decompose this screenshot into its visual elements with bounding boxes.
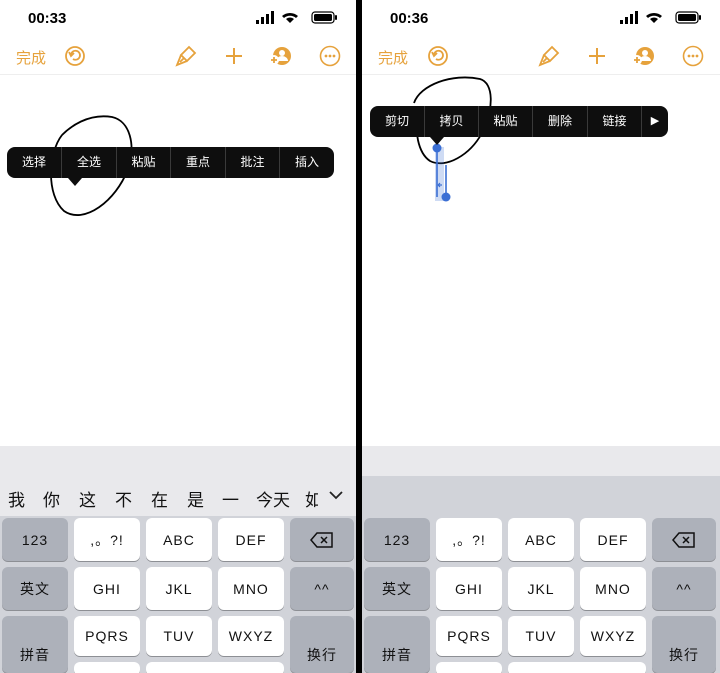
candidate-word[interactable]: 是 bbox=[187, 486, 204, 511]
document-canvas[interactable] bbox=[0, 74, 356, 447]
wifi-icon bbox=[646, 12, 662, 23]
done-button[interactable]: 完成 bbox=[378, 47, 408, 68]
candidate-word[interactable]: 不 bbox=[115, 486, 132, 511]
undo-icon[interactable] bbox=[63, 44, 87, 68]
battery-icon bbox=[311, 11, 337, 24]
key-ghi[interactable]: GHI bbox=[436, 567, 502, 610]
key-mno[interactable]: MNO bbox=[580, 567, 646, 610]
menu-item-copy[interactable]: 拷贝 bbox=[425, 106, 479, 137]
backspace-key[interactable] bbox=[652, 518, 716, 561]
key-partial[interactable] bbox=[74, 662, 140, 673]
key-jkl[interactable]: JKL bbox=[146, 567, 212, 610]
key-partial[interactable] bbox=[436, 662, 502, 673]
toolbar: 完成 bbox=[362, 40, 720, 72]
context-menu: 选择 全选 粘贴 重点 批注 插入 bbox=[7, 147, 334, 178]
key-ghi[interactable]: GHI bbox=[74, 567, 140, 610]
menu-item-comment[interactable]: 批注 bbox=[226, 147, 280, 178]
key-mno[interactable]: MNO bbox=[218, 567, 284, 610]
cellular-signal-icon bbox=[620, 11, 638, 24]
menu-more-arrow[interactable]: ▶ bbox=[642, 106, 668, 137]
candidate-word[interactable]: 这 bbox=[79, 486, 96, 511]
key-jkl[interactable]: JKL bbox=[508, 567, 574, 610]
menu-item-delete[interactable]: 删除 bbox=[533, 106, 588, 137]
candidate-word[interactable]: 我 bbox=[8, 486, 25, 511]
key-punctuation[interactable]: ,。?! bbox=[74, 518, 140, 561]
candidate-bar: 我 你 这 不 在 是 一 今天 如 bbox=[0, 476, 356, 516]
backspace-key[interactable] bbox=[290, 518, 354, 561]
collaborate-icon[interactable] bbox=[631, 44, 655, 68]
key-def[interactable]: DEF bbox=[580, 518, 646, 561]
menu-item-paste[interactable]: 粘贴 bbox=[479, 106, 533, 137]
key-abc[interactable]: ABC bbox=[508, 518, 574, 561]
key-english[interactable]: 英文 bbox=[364, 567, 430, 610]
key-emoji[interactable]: ^^ bbox=[290, 567, 354, 610]
key-punctuation[interactable]: ,。?! bbox=[436, 518, 502, 561]
key-pinyin[interactable]: 拼音 bbox=[364, 616, 430, 673]
menu-item-paste[interactable]: 粘贴 bbox=[117, 147, 171, 178]
battery-icon bbox=[675, 11, 701, 24]
toolbar: 完成 bbox=[0, 40, 356, 72]
menu-item-select[interactable]: 选择 bbox=[7, 147, 62, 178]
candidate-word[interactable]: 一 bbox=[222, 486, 239, 511]
key-partial[interactable] bbox=[146, 662, 284, 673]
key-partial[interactable] bbox=[508, 662, 646, 673]
chevron-down-icon[interactable] bbox=[328, 488, 344, 502]
candidate-word[interactable]: 今天 bbox=[256, 486, 290, 511]
left-screenshot: 00:33 完成 选择 全选 粘贴 重点 批注 插入 我 你 这 不 在 是 一… bbox=[0, 0, 356, 673]
status-bar: 00:36 bbox=[362, 0, 720, 36]
more-icon[interactable] bbox=[318, 44, 342, 68]
add-icon[interactable] bbox=[585, 44, 609, 68]
status-time: 00:33 bbox=[28, 10, 67, 27]
status-time: 00:36 bbox=[390, 10, 429, 27]
handwritten-circle-icon bbox=[50, 115, 133, 216]
menu-item-highlight[interactable]: 重点 bbox=[171, 147, 226, 178]
menu-pointer bbox=[430, 137, 444, 145]
keyboard-top-bar bbox=[0, 446, 356, 476]
key-def[interactable]: DEF bbox=[218, 518, 284, 561]
key-tuv[interactable]: TUV bbox=[146, 616, 212, 656]
add-icon[interactable] bbox=[222, 44, 246, 68]
candidate-word[interactable]: 你 bbox=[43, 486, 60, 511]
brush-icon[interactable] bbox=[174, 44, 198, 68]
done-button[interactable]: 完成 bbox=[16, 47, 46, 68]
menu-item-cut[interactable]: 剪切 bbox=[370, 106, 425, 137]
undo-icon[interactable] bbox=[426, 44, 450, 68]
backspace-icon bbox=[672, 531, 695, 548]
wifi-icon bbox=[282, 12, 298, 23]
collaborate-icon[interactable] bbox=[268, 44, 292, 68]
key-return[interactable]: 换行 bbox=[652, 616, 716, 673]
menu-item-insert[interactable]: 插入 bbox=[280, 147, 334, 178]
key-return[interactable]: 换行 bbox=[290, 616, 354, 673]
system-status-icons bbox=[256, 11, 337, 24]
key-123[interactable]: 123 bbox=[364, 518, 430, 561]
context-menu: 剪切 拷贝 粘贴 删除 链接 ▶ bbox=[370, 106, 668, 137]
key-abc[interactable]: ABC bbox=[146, 518, 212, 561]
menu-item-link[interactable]: 链接 bbox=[588, 106, 642, 137]
candidate-word[interactable]: 如 bbox=[305, 486, 318, 511]
key-emoji[interactable]: ^^ bbox=[652, 567, 716, 610]
more-icon[interactable] bbox=[681, 44, 705, 68]
key-wxyz[interactable]: WXYZ bbox=[218, 616, 284, 656]
key-pqrs[interactable]: PQRS bbox=[74, 616, 140, 656]
key-wxyz[interactable]: WXYZ bbox=[580, 616, 646, 656]
brush-icon[interactable] bbox=[537, 44, 561, 68]
system-status-icons bbox=[620, 11, 701, 24]
menu-pointer bbox=[68, 178, 82, 186]
key-pinyin[interactable]: 拼音 bbox=[2, 616, 68, 673]
menu-item-select-all[interactable]: 全选 bbox=[62, 147, 117, 178]
key-tuv[interactable]: TUV bbox=[508, 616, 574, 656]
candidate-word[interactable]: 在 bbox=[151, 486, 168, 511]
selection-handles[interactable] bbox=[428, 141, 452, 205]
right-screenshot: 00:36 完成 剪切 拷贝 粘贴 删除 链接 ▶ 123 ,。?! ABC D… bbox=[362, 0, 720, 673]
key-pqrs[interactable]: PQRS bbox=[436, 616, 502, 656]
backspace-icon bbox=[310, 531, 333, 548]
cellular-signal-icon bbox=[256, 11, 274, 24]
keyboard-top-bar bbox=[362, 446, 720, 476]
key-123[interactable]: 123 bbox=[2, 518, 68, 561]
key-english[interactable]: 英文 bbox=[2, 567, 68, 610]
status-bar: 00:33 bbox=[0, 0, 356, 36]
